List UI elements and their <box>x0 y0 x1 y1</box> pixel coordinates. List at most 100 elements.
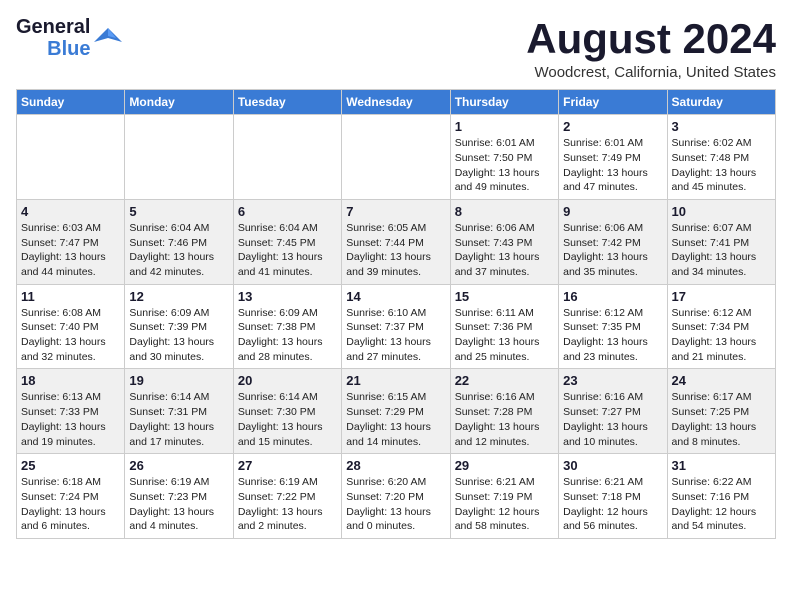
calendar-cell: 27 Sunrise: 6:19 AM Sunset: 7:22 PM Dayli… <box>233 454 341 539</box>
calendar-cell: 13Sunrise: 6:09 AM Sunset: 7:38 PM Dayli… <box>233 284 341 369</box>
calendar-cell: 28 Sunrise: 6:20 AM Sunset: 7:20 PM Dayli… <box>342 454 450 539</box>
day-number: 14 <box>346 289 445 304</box>
calendar-cell: 17 Sunrise: 6:12 AM Sunset: 7:34 PM Dayli… <box>667 284 775 369</box>
calendar-cell: 14 Sunrise: 6:10 AM Sunset: 7:37 PM Dayli… <box>342 284 450 369</box>
calendar-cell: 26 Sunrise: 6:19 AM Sunset: 7:23 PM Dayli… <box>125 454 233 539</box>
day-info: Sunrise: 6:12 AM Sunset: 7:35 PM Dayligh… <box>563 306 662 365</box>
day-info: Sunrise: 6:02 AM Sunset: 7:48 PM Dayligh… <box>672 136 771 195</box>
calendar-cell <box>233 115 341 200</box>
day-info: Sunrise: 6:10 AM Sunset: 7:37 PM Dayligh… <box>346 306 445 365</box>
logo-bird-icon <box>94 24 122 52</box>
day-info: Sunrise: 6:17 AM Sunset: 7:25 PM Dayligh… <box>672 390 771 449</box>
week-row-2: 4 Sunrise: 6:03 AM Sunset: 7:47 PM Daylig… <box>17 199 776 284</box>
day-number: 24 <box>672 373 771 388</box>
weekday-header-monday: Monday <box>125 90 233 115</box>
day-info: Sunrise: 6:20 AM Sunset: 7:20 PM Dayligh… <box>346 475 445 534</box>
day-number: 10 <box>672 204 771 219</box>
weekday-header-thursday: Thursday <box>450 90 558 115</box>
logo: General Blue <box>16 16 122 60</box>
day-info: Sunrise: 6:04 AM Sunset: 7:46 PM Dayligh… <box>129 221 228 280</box>
week-row-1: 1Sunrise: 6:01 AM Sunset: 7:50 PM Daylig… <box>17 115 776 200</box>
calendar-cell: 9Sunrise: 6:06 AM Sunset: 7:42 PM Daylig… <box>559 199 667 284</box>
weekday-header-wednesday: Wednesday <box>342 90 450 115</box>
day-info: Sunrise: 6:15 AM Sunset: 7:29 PM Dayligh… <box>346 390 445 449</box>
calendar-cell: 10 Sunrise: 6:07 AM Sunset: 7:41 PM Dayli… <box>667 199 775 284</box>
day-number: 22 <box>455 373 554 388</box>
weekday-header-row: SundayMondayTuesdayWednesdayThursdayFrid… <box>17 90 776 115</box>
day-info: Sunrise: 6:12 AM Sunset: 7:34 PM Dayligh… <box>672 306 771 365</box>
title-area: August 2024 Woodcrest, California, Unite… <box>526 16 776 81</box>
day-info: Sunrise: 6:19 AM Sunset: 7:23 PM Dayligh… <box>129 475 228 534</box>
day-number: 4 <box>21 204 120 219</box>
calendar-cell: 24 Sunrise: 6:17 AM Sunset: 7:25 PM Dayli… <box>667 369 775 454</box>
day-number: 5 <box>129 204 228 219</box>
day-info: Sunrise: 6:07 AM Sunset: 7:41 PM Dayligh… <box>672 221 771 280</box>
weekday-header-friday: Friday <box>559 90 667 115</box>
day-number: 2 <box>563 119 662 134</box>
logo-general: General <box>16 16 90 38</box>
day-info: Sunrise: 6:08 AM Sunset: 7:40 PM Dayligh… <box>21 306 120 365</box>
day-number: 21 <box>346 373 445 388</box>
day-info: Sunrise: 6:04 AM Sunset: 7:45 PM Dayligh… <box>238 221 337 280</box>
calendar-cell: 31 Sunrise: 6:22 AM Sunset: 7:16 PM Dayli… <box>667 454 775 539</box>
day-number: 3 <box>672 119 771 134</box>
day-info: Sunrise: 6:06 AM Sunset: 7:43 PM Dayligh… <box>455 221 554 280</box>
day-info: Sunrise: 6:19 AM Sunset: 7:22 PM Dayligh… <box>238 475 337 534</box>
calendar-cell: 30 Sunrise: 6:21 AM Sunset: 7:18 PM Dayli… <box>559 454 667 539</box>
day-number: 19 <box>129 373 228 388</box>
calendar-cell: 22 Sunrise: 6:16 AM Sunset: 7:28 PM Dayli… <box>450 369 558 454</box>
day-number: 20 <box>238 373 337 388</box>
day-number: 28 <box>346 458 445 473</box>
day-info: Sunrise: 6:14 AM Sunset: 7:30 PM Dayligh… <box>238 390 337 449</box>
week-row-3: 11 Sunrise: 6:08 AM Sunset: 7:40 PM Dayli… <box>17 284 776 369</box>
day-info: Sunrise: 6:13 AM Sunset: 7:33 PM Dayligh… <box>21 390 120 449</box>
calendar-cell: 7Sunrise: 6:05 AM Sunset: 7:44 PM Daylig… <box>342 199 450 284</box>
day-info: Sunrise: 6:18 AM Sunset: 7:24 PM Dayligh… <box>21 475 120 534</box>
calendar-cell: 3 Sunrise: 6:02 AM Sunset: 7:48 PM Daylig… <box>667 115 775 200</box>
week-row-4: 18 Sunrise: 6:13 AM Sunset: 7:33 PM Dayli… <box>17 369 776 454</box>
day-info: Sunrise: 6:14 AM Sunset: 7:31 PM Dayligh… <box>129 390 228 449</box>
calendar-cell: 5 Sunrise: 6:04 AM Sunset: 7:46 PM Daylig… <box>125 199 233 284</box>
day-number: 18 <box>21 373 120 388</box>
day-number: 17 <box>672 289 771 304</box>
day-info: Sunrise: 6:09 AM Sunset: 7:38 PM Dayligh… <box>238 306 337 365</box>
day-number: 23 <box>563 373 662 388</box>
calendar-cell <box>342 115 450 200</box>
day-number: 6 <box>238 204 337 219</box>
header: General Blue August 2024 Woodcrest, Cali… <box>16 16 776 81</box>
day-number: 8 <box>455 204 554 219</box>
calendar-table: SundayMondayTuesdayWednesdayThursdayFrid… <box>16 89 776 539</box>
calendar-cell: 16 Sunrise: 6:12 AM Sunset: 7:35 PM Dayli… <box>559 284 667 369</box>
logo-blue: Blue <box>47 38 90 60</box>
calendar-cell: 11 Sunrise: 6:08 AM Sunset: 7:40 PM Dayli… <box>17 284 125 369</box>
day-info: Sunrise: 6:16 AM Sunset: 7:27 PM Dayligh… <box>563 390 662 449</box>
calendar-cell: 29Sunrise: 6:21 AM Sunset: 7:19 PM Dayli… <box>450 454 558 539</box>
day-number: 29 <box>455 458 554 473</box>
day-number: 9 <box>563 204 662 219</box>
location: Woodcrest, California, United States <box>526 64 776 81</box>
calendar-cell: 18 Sunrise: 6:13 AM Sunset: 7:33 PM Dayli… <box>17 369 125 454</box>
day-info: Sunrise: 6:22 AM Sunset: 7:16 PM Dayligh… <box>672 475 771 534</box>
day-info: Sunrise: 6:21 AM Sunset: 7:18 PM Dayligh… <box>563 475 662 534</box>
day-info: Sunrise: 6:16 AM Sunset: 7:28 PM Dayligh… <box>455 390 554 449</box>
calendar-cell: 6 Sunrise: 6:04 AM Sunset: 7:45 PM Daylig… <box>233 199 341 284</box>
calendar-cell: 21 Sunrise: 6:15 AM Sunset: 7:29 PM Dayli… <box>342 369 450 454</box>
calendar-cell: 19 Sunrise: 6:14 AM Sunset: 7:31 PM Dayli… <box>125 369 233 454</box>
day-number: 30 <box>563 458 662 473</box>
calendar-cell: 12Sunrise: 6:09 AM Sunset: 7:39 PM Dayli… <box>125 284 233 369</box>
day-number: 25 <box>21 458 120 473</box>
calendar-cell: 20 Sunrise: 6:14 AM Sunset: 7:30 PM Dayli… <box>233 369 341 454</box>
month-title: August 2024 <box>526 16 776 62</box>
day-number: 26 <box>129 458 228 473</box>
calendar-cell <box>17 115 125 200</box>
day-number: 16 <box>563 289 662 304</box>
day-number: 27 <box>238 458 337 473</box>
day-info: Sunrise: 6:03 AM Sunset: 7:47 PM Dayligh… <box>21 221 120 280</box>
day-number: 11 <box>21 289 120 304</box>
calendar-cell: 23 Sunrise: 6:16 AM Sunset: 7:27 PM Dayli… <box>559 369 667 454</box>
day-info: Sunrise: 6:09 AM Sunset: 7:39 PM Dayligh… <box>129 306 228 365</box>
week-row-5: 25 Sunrise: 6:18 AM Sunset: 7:24 PM Dayli… <box>17 454 776 539</box>
weekday-header-saturday: Saturday <box>667 90 775 115</box>
day-number: 1 <box>455 119 554 134</box>
day-number: 31 <box>672 458 771 473</box>
